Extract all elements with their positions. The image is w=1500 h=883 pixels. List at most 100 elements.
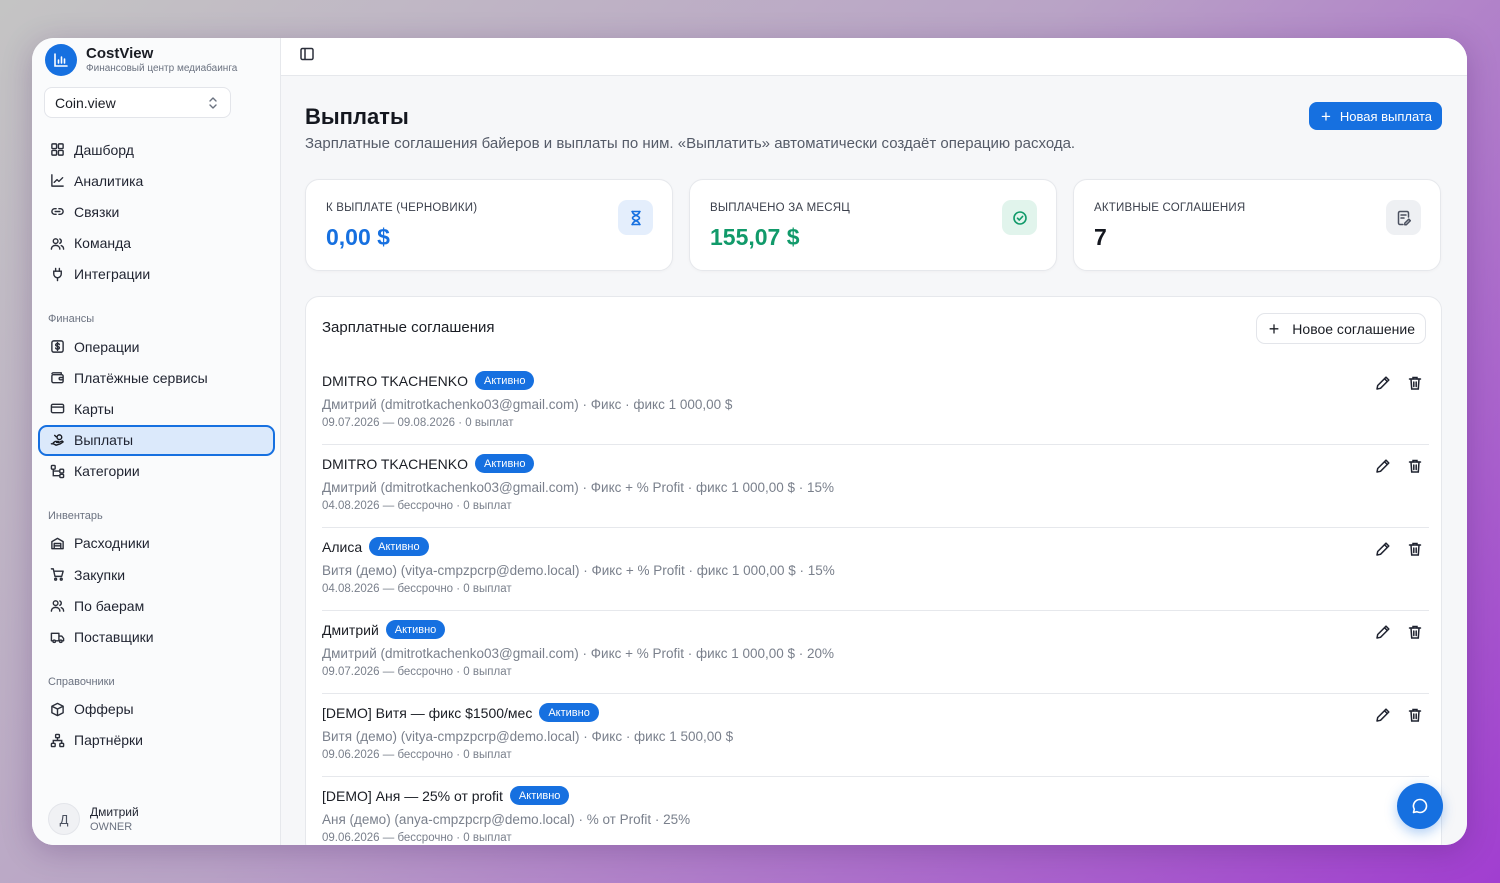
sidebar-item-purchases[interactable]: Закупки — [38, 559, 275, 590]
plus-icon: + — [1268, 318, 1280, 339]
truck-icon — [50, 632, 65, 643]
page-description: Зарплатные соглашения байеров и выплаты … — [305, 135, 1076, 152]
sidebar-item-label: Расходники — [74, 535, 150, 552]
sidebar-item-label: По баерам — [74, 597, 145, 614]
sidebar-item-links[interactable]: Связки — [38, 196, 275, 227]
pencil-icon[interactable] — [1375, 458, 1391, 474]
sidebar-item-payment-services[interactable]: Платёжные сервисы — [38, 362, 275, 393]
list-item: Алиса Активно Витя (демо) (vitya-cmpzpcr… — [322, 528, 1429, 611]
sidebar-item-dashboard[interactable]: Дашборд — [38, 134, 275, 165]
sidebar-item-consumables[interactable]: Расходники — [38, 528, 275, 559]
status-badge: Активно — [509, 786, 570, 805]
sidebar: CostView Финансовый центр медиабаинга Co… — [32, 38, 281, 845]
new-agreement-button[interactable]: + Новое соглашение — [1255, 313, 1426, 344]
user-role: OWNER — [90, 820, 133, 833]
trash-icon[interactable] — [1407, 624, 1423, 640]
sidebar-item-operations[interactable]: Операции — [38, 331, 275, 362]
trash-icon[interactable] — [1407, 375, 1423, 391]
agreements-list: DMITRO TKACHENKO Активно Дмитрий (dmitro… — [322, 362, 1429, 845]
pencil-icon[interactable] — [1375, 624, 1391, 640]
status-badge: Активно — [474, 454, 535, 473]
check-circle-icon — [1002, 200, 1037, 235]
trash-icon[interactable] — [1407, 458, 1423, 474]
sidebar-toggle-icon — [300, 47, 314, 61]
chat-button[interactable] — [1397, 783, 1443, 829]
trash-icon[interactable] — [1407, 541, 1423, 557]
stat-value: 0,00 $ — [326, 224, 390, 250]
page-title: Выплаты — [305, 104, 409, 129]
users-icon — [50, 600, 65, 613]
sidebar-toggle-button[interactable] — [299, 46, 315, 67]
agreement-details: Аня (демо) (anya-cmpzpcrp@demo.local) · … — [322, 812, 691, 827]
status-badge: Активно — [539, 703, 599, 722]
sidebar-item-label: Партнёрки — [74, 732, 143, 749]
sidebar-item-label: Операции — [74, 338, 140, 355]
stat-value: 155,07 $ — [710, 224, 800, 250]
agreement-meta: 09.07.2026 — бессрочно · 0 выплат — [322, 666, 512, 678]
plus-icon: + — [1320, 106, 1331, 126]
sidebar-item-label: Платёжные сервисы — [74, 369, 208, 386]
edit-doc-icon — [1386, 200, 1421, 235]
agreement-details: Дмитрий (dmitrotkachenko03@gmail.com) · … — [322, 397, 733, 412]
agreement-details: Витя (демо) (vitya-cmpzpcrp@demo.local) … — [322, 729, 734, 744]
agreement-meta: 09.07.2026 — 09.08.2026 · 0 выплат — [322, 417, 514, 429]
avatar: Д — [48, 803, 80, 835]
sidebar-item-by-buyers[interactable]: По баерам — [38, 590, 275, 621]
main-content: Выплаты Зарплатные соглашения байеров и … — [281, 38, 1467, 845]
new-payout-button[interactable]: + Новая выплата — [1308, 102, 1442, 130]
sidebar-item-offers[interactable]: Офферы — [38, 694, 275, 725]
plug-icon — [53, 267, 62, 282]
app-window: CostView Финансовый центр медиабаинга Co… — [32, 38, 1467, 845]
agreement-name: [DEMO] Витя — фикс $1500/мес — [322, 704, 533, 721]
user-profile[interactable]: Д Дмитрий OWNER — [32, 793, 280, 845]
chat-icon — [1412, 798, 1428, 814]
stat-card-paid-month: ВЫПЛАЧЕНО ЗА МЕСЯЦ 155,07 $ — [689, 179, 1057, 271]
agreement-name: Алиса — [322, 538, 363, 555]
sidebar-item-partners[interactable]: Партнёрки — [38, 725, 275, 756]
agreement-meta: 04.08.2026 — бессрочно · 0 выплат — [322, 500, 512, 512]
trash-icon[interactable] — [1407, 707, 1423, 723]
brand[interactable]: CostView Финансовый центр медиабаинга — [45, 44, 237, 76]
sidebar-item-label: Поставщики — [74, 629, 154, 646]
hourglass-icon — [618, 200, 653, 235]
box-icon — [51, 537, 64, 550]
cart-icon — [50, 568, 64, 581]
agreement-meta: 09.06.2026 — бессрочно · 0 выплат — [322, 749, 512, 761]
agreements-title: Зарплатные соглашения — [322, 319, 495, 336]
nav-scroll-fade — [32, 773, 280, 793]
status-badge: Активно — [474, 371, 535, 390]
top-bar — [281, 38, 1467, 76]
link-icon — [51, 208, 64, 216]
list-item: DMITRO TKACHENKO Активно Дмитрий (dmitro… — [322, 445, 1429, 528]
sidebar-item-integrations[interactable]: Интеграции — [38, 259, 275, 290]
sidebar-item-label: Категории — [74, 463, 140, 480]
pencil-icon[interactable] — [1375, 375, 1391, 391]
list-item: [DEMO] Витя — фикс $1500/мес Активно Вит… — [322, 694, 1429, 777]
dashboard-icon — [51, 143, 64, 156]
sidebar-item-analytics[interactable]: Аналитика — [38, 165, 275, 196]
sidebar-item-team[interactable]: Команда — [38, 228, 275, 259]
sidebar-item-label: Связки — [74, 203, 120, 220]
stat-card-drafts: К ВЫПЛАТЕ (ЧЕРНОВИКИ) 0,00 $ — [305, 179, 673, 271]
brand-subtitle: Финансовый центр медиабаинга — [86, 63, 238, 74]
sidebar-item-label: Офферы — [74, 701, 134, 718]
new-payout-label: Новая выплата — [1339, 108, 1432, 124]
agreement-name: DMITRO TKACHENKO — [322, 455, 468, 472]
stat-label: ВЫПЛАЧЕНО ЗА МЕСЯЦ — [710, 202, 850, 214]
sidebar-item-label: Карты — [74, 400, 114, 417]
sidebar-item-categories[interactable]: Категории — [38, 456, 275, 487]
sidebar-item-cards[interactable]: Карты — [38, 393, 275, 424]
sidebar-item-suppliers[interactable]: Поставщики — [38, 621, 275, 652]
sidebar-item-label: Аналитика — [74, 172, 144, 189]
pencil-icon[interactable] — [1375, 541, 1391, 557]
sidebar-item-label: Выплаты — [74, 432, 134, 449]
agreements-panel: Зарплатные соглашения + Новое соглашение… — [305, 296, 1442, 845]
workspace-switcher[interactable]: Coin.view — [44, 87, 231, 118]
agreement-details: Дмитрий (dmitrotkachenko03@gmail.com) · … — [322, 480, 835, 495]
dollar-icon — [51, 340, 64, 353]
sidebar-item-payouts[interactable]: Выплаты — [38, 424, 275, 456]
pencil-icon[interactable] — [1375, 707, 1391, 723]
nav-section-reference: Справочники — [48, 675, 115, 688]
sidebar-item-label: Дашборд — [74, 141, 134, 158]
wallet-icon — [51, 372, 64, 384]
